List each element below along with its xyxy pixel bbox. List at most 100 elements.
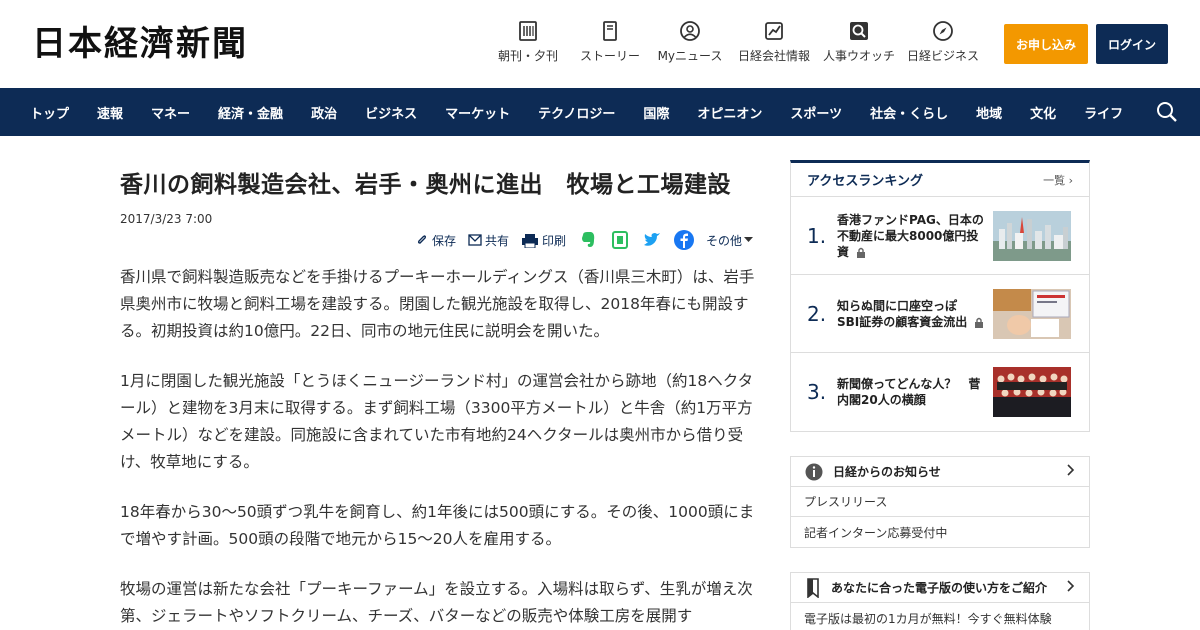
main-nav-item-money[interactable]: マネー [151,103,190,122]
info-icon [805,463,823,480]
chart-icon [763,20,785,42]
ranking-number: 3. [807,380,827,404]
header-nav-label: 朝刊・夕刊 [497,49,558,63]
bookmark-icon [807,577,819,598]
main-nav: トップ 速報 マネー 経済・金融 政治 ビジネス マーケット テクノロジー 国際… [0,88,1200,136]
ranking-number: 2. [807,301,827,326]
notice-link-intern[interactable]: 記者インターン応募受付中 [791,517,1089,547]
main-nav-item-region[interactable]: 地域 [976,103,1002,122]
printer-icon [521,233,538,248]
ranking-more-link[interactable]: 一覧 › [1043,172,1073,188]
guide-header[interactable]: あなたに合った電子版の使い方をご紹介 [791,573,1089,603]
main-nav-item-opinion[interactable]: オピニオン [697,103,762,122]
header-nav-morning-evening[interactable]: 朝刊・夕刊 [488,20,568,63]
header-nav-personnel-watch[interactable]: 人事ウオッチ [820,20,898,63]
header-nav-label: 日経会社情報 [737,49,810,63]
ranking-item[interactable]: 2. 知らぬ間に口座空っぽ SBI証券の顧客資金流出 [791,275,1089,353]
save-label: 保存 [431,233,456,248]
lock-icon [975,317,984,328]
header-nav-nikkei-business[interactable]: 日経ビジネス [904,20,982,63]
ranking-thumbnail [993,210,1071,261]
article-date: 2017/3/23 7:00 [120,212,213,226]
search-person-icon [848,20,870,42]
header-nav-my-news[interactable]: Myニュース [652,20,728,63]
site-header: 日本経濟新聞 朝刊・夕刊 ストーリー Myニュース 日経会社情報 人事ウオッチ … [0,0,1200,88]
twitter-icon[interactable] [642,230,662,250]
article-title: 香川の飼料製造会社、岩手・奥州に進出 牧場と工場建設 [120,172,731,198]
main-nav-item-breaking[interactable]: 速報 [97,103,123,122]
header-nav-label: Myニュース [657,49,723,63]
guide-title: あなたに合った電子版の使い方をご紹介 [831,581,1048,595]
newspaper-icon [517,20,539,42]
main-nav-item-sports[interactable]: スポーツ [790,103,842,122]
mail-icon [468,234,482,246]
header-nav-label: ストーリー [579,49,640,63]
main-nav-item-international[interactable]: 国際 [643,103,669,122]
article-body: 香川県で飼料製造販売などを手掛けるプーキーホールディングス（香川県三木町）は、岩… [120,264,760,630]
lock-icon [857,247,866,258]
main-nav-item-market[interactable]: マーケット [445,103,510,122]
article-tools: 保存 共有 印刷 その他 [403,230,756,250]
nikkei-notice: 日経からのお知らせ プレスリリース 記者インターン応募受付中 [790,456,1090,548]
evernote-icon[interactable] [578,230,598,250]
person-icon [679,20,701,42]
book-icon [599,20,621,42]
article-paragraph: 18年春から30～50頭ずつ乳牛を飼育し、約1年後には500頭にする。その後、1… [120,503,755,548]
ranking-number: 1. [807,223,827,248]
access-ranking: アクセスランキング 一覧 › 1. 香港ファンドPAG、日本の不動産に最大800… [790,160,1090,432]
share-button[interactable]: 共有 [468,232,509,249]
ranking-item[interactable]: 1. 香港ファンドPAG、日本の不動産に最大8000億円投資 [791,197,1089,275]
chevron-right-icon [1067,580,1075,595]
ranking-header: アクセスランキング 一覧 › [791,163,1089,197]
ranking-headline-text: 新聞僚ってどんな人？ 菅内閣20人の横顔 [837,377,981,407]
header-nav: 朝刊・夕刊 ストーリー Myニュース 日経会社情報 人事ウオッチ 日経ビジネス [488,20,988,63]
ranking-title: アクセスランキング [807,174,923,189]
ranking-more-label: 一覧 [1043,173,1066,187]
more-button[interactable]: その他 [706,232,756,249]
main-nav-item-culture[interactable]: 文化 [1030,103,1056,122]
share-label: 共有 [484,233,509,248]
article-paragraph: 1月に閉園した観光施設「とうほくニュージーランド村」の運営会社から跡地（約18ヘ… [120,372,754,471]
ranking-headline: 新聞僚ってどんな人？ 菅内閣20人の横顔 [837,376,987,408]
chevron-right-icon [1067,464,1075,479]
header-nav-story[interactable]: ストーリー [574,20,646,63]
print-label: 印刷 [541,233,566,248]
search-icon[interactable] [1156,101,1178,123]
main-nav-item-politics[interactable]: 政治 [311,103,337,122]
facebook-icon[interactable] [673,230,694,250]
save-button[interactable]: 保存 [415,232,456,249]
site-logo[interactable]: 日本経濟新聞 [32,24,248,64]
main-nav-item-life[interactable]: ライフ [1084,103,1123,122]
ranking-headline: 香港ファンドPAG、日本の不動産に最大8000億円投資 [837,212,987,260]
print-button[interactable]: 印刷 [521,232,566,249]
main-nav-item-business[interactable]: ビジネス [365,103,417,122]
chevron-right-icon: › [1068,173,1073,187]
free-trial-link[interactable]: 電子版は最初の1カ月が無料！今すぐ無料体験 [791,603,1089,630]
ranking-thumbnail [993,288,1071,339]
notice-link-press-release[interactable]: プレスリリース [791,487,1089,517]
article-paragraph: 香川県で飼料製造販売などを手掛けるプーキーホールディングス（香川県三木町）は、岩… [120,268,755,340]
ranking-headline-text: 知らぬ間に口座空っぽ SBI証券の顧客資金流出 [837,298,970,329]
subscribe-button[interactable]: お申し込み [1004,24,1088,64]
caret-down-icon [744,237,753,242]
notice-header[interactable]: 日経からのお知らせ [791,457,1089,487]
header-nav-label: 人事ウオッチ [822,49,895,63]
header-nav-company-info[interactable]: 日経会社情報 [734,20,814,63]
main-nav-item-society[interactable]: 社会・くらし [870,103,948,122]
more-label: その他 [705,233,742,248]
notice-title: 日経からのお知らせ [833,465,941,479]
login-button[interactable]: ログイン [1096,24,1168,64]
article: 香川の飼料製造会社、岩手・奥州に進出 牧場と工場建設 2017/3/23 7:0… [120,160,760,625]
main-nav-item-economy[interactable]: 経済・金融 [218,103,283,122]
ranking-thumbnail [993,367,1071,417]
main-nav-item-technology[interactable]: テクノロジー [538,103,615,122]
ranking-item[interactable]: 3. 新聞僚ってどんな人？ 菅内閣20人の横顔 [791,353,1089,431]
header-nav-label: 日経ビジネス [906,49,979,63]
clip-icon[interactable] [610,230,630,250]
digital-guide: あなたに合った電子版の使い方をご紹介 電子版は最初の1カ月が無料！今すぐ無料体験 [790,572,1090,630]
article-paragraph: 牧場の運営は新たな会社「プーキーファーム」を設立する。入場料は取らず、生乳が増え… [120,580,753,625]
main-nav-item-top[interactable]: トップ [30,103,69,122]
compass-icon [932,20,954,42]
ranking-headline: 知らぬ間に口座空っぽ SBI証券の顧客資金流出 [837,298,987,330]
paperclip-icon [417,235,426,244]
